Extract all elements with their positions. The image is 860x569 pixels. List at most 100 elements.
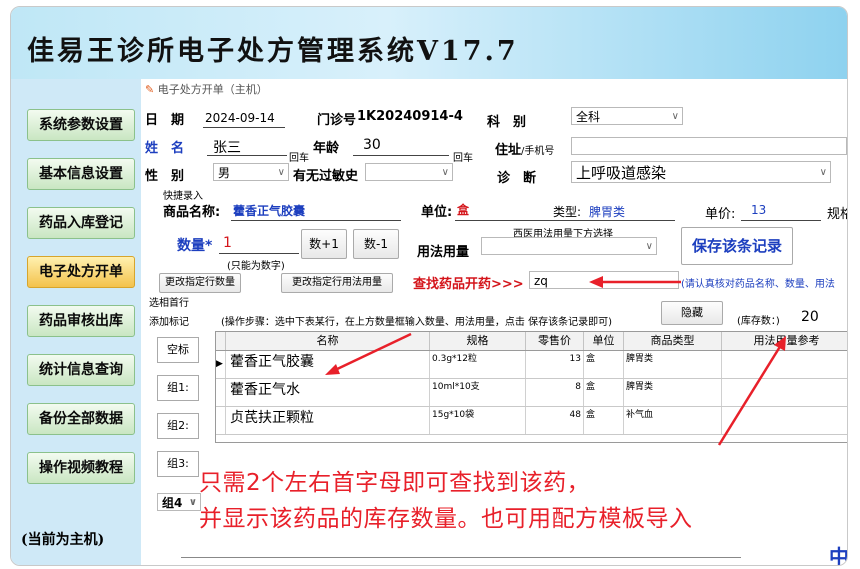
diagnosis-select[interactable]: 上呼吸道感染 ∨ [571, 161, 831, 183]
qty-hint: (只能为数字) [227, 261, 285, 272]
app-title: 佳易王诊所电子处方管理系统V17.7 [27, 36, 519, 67]
change-usage-button[interactable]: 更改指定行用法用量 [281, 273, 393, 293]
col-header-usage-ref[interactable]: 用法用量参考 [722, 332, 847, 350]
col-header-type[interactable]: 商品类型 [624, 332, 722, 350]
annotation-line-1: 只需2个左右首字母即可查找到该药， [199, 470, 591, 496]
cell-name[interactable]: 藿香正气水 [226, 379, 430, 406]
table-row[interactable]: 贞芪扶正颗粒 15g*10袋 48 盒 补气血 [216, 407, 847, 435]
address-label: 住址/手机号 [495, 143, 555, 158]
sidebar-item-stock-in[interactable]: 药品入库登记 [27, 207, 135, 239]
window-subtitle: ✎ 电子处方开单（主机） [145, 83, 268, 96]
cell-type[interactable]: 补气血 [624, 407, 722, 434]
qty-label: 数量* [177, 238, 213, 254]
search-drug-label: 查找药品开药>>> [413, 277, 524, 292]
qty-minus-button[interactable]: 数-1 [353, 229, 399, 259]
chevron-down-icon: ∨ [277, 167, 285, 178]
cell-spec[interactable]: 0.3g*12粒 [430, 351, 526, 378]
hide-button[interactable]: 隐藏 [661, 301, 723, 325]
usage-label: 用法用量 [417, 245, 470, 260]
name-label: 姓 名 [145, 141, 185, 156]
cell-usage-ref[interactable] [722, 407, 847, 434]
group-3-button[interactable]: 组3: [157, 451, 199, 477]
select-first-row-label: 选相首行 [149, 298, 189, 309]
date-field[interactable]: 2024-09-14 [205, 111, 275, 125]
table-row[interactable]: ▶ 藿香正气胶囊 0.3g*12粒 13 盒 脾胃类 [216, 351, 847, 379]
col-header-name[interactable]: 名称 [226, 332, 430, 350]
col-header-unit[interactable]: 单位 [584, 332, 624, 350]
allergy-select[interactable]: ∨ [365, 163, 453, 181]
name-underline [207, 155, 287, 156]
cell-usage-ref[interactable] [722, 351, 847, 378]
host-status-label: (当前为主机) [21, 532, 105, 548]
cell-name[interactable]: 贞芪扶正颗粒 [226, 407, 430, 434]
stock-label: (库存数：) [737, 316, 780, 327]
address-phone-input[interactable] [571, 137, 847, 155]
drug-name-value: 藿香正气胶囊 [233, 204, 306, 218]
drug-name-underline [231, 220, 401, 221]
age-label: 年龄 [313, 141, 340, 156]
cell-spec[interactable]: 10ml*10支 [430, 379, 526, 406]
unit-value: 盒 [457, 203, 470, 217]
sidebar-item-system-settings[interactable]: 系统参数设置 [27, 109, 135, 141]
chevron-down-icon: ∨ [441, 167, 449, 178]
row-indicator [216, 379, 226, 406]
col-header-spec[interactable]: 规格 [430, 332, 526, 350]
bottom-partial-row [181, 557, 741, 558]
cell-unit[interactable]: 盒 [584, 379, 624, 406]
sidebar-item-basic-info[interactable]: 基本信息设置 [27, 158, 135, 190]
col-header-price[interactable]: 零售价 [526, 332, 584, 350]
group-2-button[interactable]: 组2: [157, 413, 199, 439]
dept-label: 科 别 [487, 115, 527, 130]
drug-search-input[interactable]: zq [529, 271, 679, 289]
dept-select[interactable]: 全科 ∨ [571, 107, 683, 125]
qty-field[interactable]: 1 [223, 235, 232, 251]
group-1-button[interactable]: 组1: [157, 375, 199, 401]
group-empty-button[interactable]: 空标 [157, 337, 199, 363]
qty-plus-button[interactable]: 数+1 [301, 229, 347, 259]
cell-name[interactable]: 藿香正气胶囊 [226, 351, 430, 378]
type-value: 脾胃类 [589, 205, 626, 219]
chevron-down-icon: ∨ [819, 167, 827, 178]
cell-usage-ref[interactable] [722, 379, 847, 406]
drug-name-label: 商品名称: [163, 205, 221, 220]
gender-select[interactable]: 男 ∨ [213, 163, 289, 181]
cell-unit[interactable]: 盒 [584, 351, 624, 378]
allergy-label: 有无过敏史 [293, 169, 359, 184]
group-select[interactable]: 组4 ∨ [157, 493, 201, 511]
save-record-button[interactable]: 保存该条记录 [681, 227, 793, 265]
clinic-no-field[interactable]: 1K20240914-4 [357, 109, 463, 124]
sidebar-item-backup[interactable]: 备份全部数据 [27, 403, 135, 435]
app-window: 佳易王诊所电子处方管理系统V17.7 系统参数设置 基本信息设置 药品入库登记 … [10, 6, 848, 566]
age-field[interactable]: 30 [363, 137, 381, 153]
sidebar-item-prescription[interactable]: 电子处方开单 [27, 256, 135, 288]
cell-type[interactable]: 脾胃类 [624, 351, 722, 378]
title-bar: 佳易王诊所电子处方管理系统V17.7 [11, 7, 847, 79]
drug-table: 名称 规格 零售价 单位 商品类型 用法用量参考 ▶ 藿香正气胶囊 0.3g*1… [215, 331, 847, 443]
date-label: 日 期 [145, 113, 185, 128]
sidebar-item-audit-out[interactable]: 药品审核出库 [27, 305, 135, 337]
row-indicator-header [216, 332, 226, 350]
qty-underline [219, 253, 299, 254]
spec-label: 规格 [827, 207, 847, 222]
chevron-down-icon: ∨ [645, 241, 653, 252]
current-row-arrow-icon: ▶ [216, 351, 226, 378]
cell-price[interactable]: 13 [526, 351, 584, 378]
change-qty-button[interactable]: 更改指定行数量 [159, 273, 241, 293]
operation-steps: (操作步骤：选中下表某行，在上方数量框输入数量、用法用量，点击 保存该条记录即可… [221, 317, 612, 328]
cell-unit[interactable]: 盒 [584, 407, 624, 434]
bottom-partial-text: 中 [829, 545, 847, 565]
enter-hint-name: 回车 [289, 153, 309, 164]
usage-select[interactable]: ∨ [481, 237, 657, 255]
cell-type[interactable]: 脾胃类 [624, 379, 722, 406]
cell-price[interactable]: 48 [526, 407, 584, 434]
name-field[interactable]: 张三 [213, 137, 241, 157]
table-row[interactable]: 藿香正气水 10ml*10支 8 盒 脾胃类 [216, 379, 847, 407]
prescription-panel: ✎ 电子处方开单（主机） 日 期 2024-09-14 门诊号 1K202409… [141, 79, 847, 565]
price-underline [741, 220, 821, 221]
sidebar-item-statistics[interactable]: 统计信息查询 [27, 354, 135, 386]
unit-underline [455, 220, 675, 221]
price-label: 单价: [705, 207, 736, 222]
cell-spec[interactable]: 15g*10袋 [430, 407, 526, 434]
sidebar-item-video-tutorial[interactable]: 操作视频教程 [27, 452, 135, 484]
cell-price[interactable]: 8 [526, 379, 584, 406]
